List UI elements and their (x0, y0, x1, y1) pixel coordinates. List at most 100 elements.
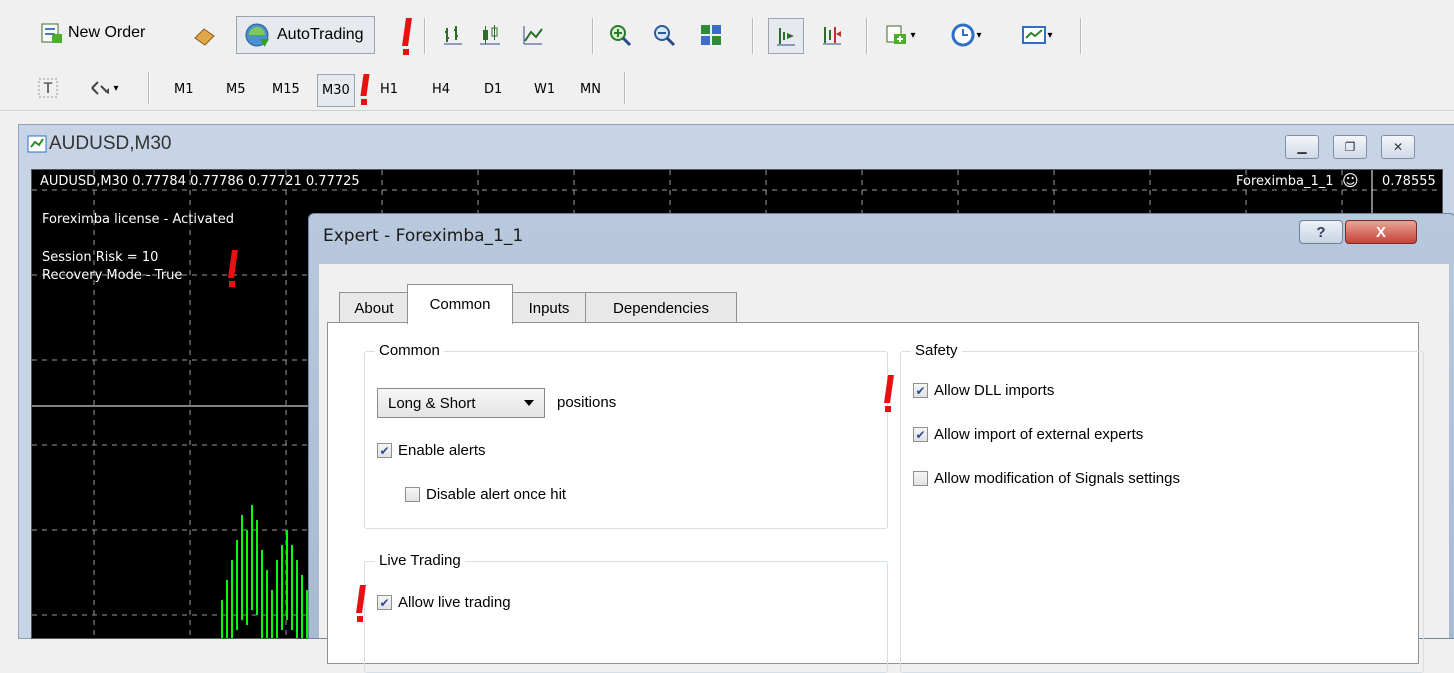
autotrading-button[interactable]: AutoTrading (236, 16, 375, 54)
clock-icon (951, 23, 975, 47)
close-window-button[interactable]: ✕ (1381, 135, 1415, 159)
tile-windows-icon (701, 25, 721, 45)
timeframe-mn[interactable]: MN (580, 82, 601, 97)
arrows-button[interactable]: ▾ (84, 76, 124, 100)
price-axis-label: 0.78555 (1382, 174, 1436, 189)
new-order-label: New Order (68, 24, 146, 41)
disable-alert-once-hit-checkbox[interactable]: Disable alert once hit (405, 486, 566, 503)
auto-scroll-button[interactable] (768, 18, 804, 54)
restore-icon: ❐ (1344, 140, 1356, 154)
close-icon: X (1375, 223, 1386, 241)
allow-live-trading-label: Allow live trading (398, 594, 511, 611)
indicators-button[interactable]: ▾ (880, 22, 920, 48)
timeframe-m1[interactable]: M1 (174, 82, 194, 97)
text-tool-button[interactable]: T (36, 76, 60, 100)
autotrading-label: AutoTrading (277, 26, 364, 43)
eraser-icon (194, 28, 215, 46)
zoom-out-icon (654, 25, 676, 47)
timeframe-m30[interactable]: M30 (317, 74, 355, 107)
positions-suffix-label: positions (557, 394, 617, 411)
zoom-out-button[interactable] (650, 22, 678, 48)
checkbox-box (405, 487, 420, 502)
dialog-close-button[interactable]: X (1345, 220, 1417, 244)
timeframe-h4[interactable]: H4 (432, 82, 450, 97)
chevron-down-icon: ▾ (976, 29, 982, 41)
dialog-body: About Common Inputs Dependencies Common … (319, 264, 1449, 673)
common-group-label: Common (375, 342, 444, 359)
recovery-mode-text: Recovery Mode - True (42, 268, 183, 283)
tab-dependencies[interactable]: Dependencies (585, 292, 737, 323)
help-icon: ? (1316, 223, 1326, 241)
minimize-button[interactable]: ▁ (1285, 135, 1319, 159)
annotation-marker (360, 74, 370, 106)
annotation-marker (402, 18, 412, 56)
allow-import-external-label: Allow import of external experts (934, 426, 1144, 443)
positions-select-value: Long & Short (388, 394, 476, 412)
chevron-down-icon: ▾ (910, 29, 916, 41)
bar-chart-button[interactable] (440, 22, 466, 48)
chart-window-icon (27, 135, 47, 153)
chart-header-ohlc: AUDUSD,M30 0.77784 0.77786 0.77721 0.777… (40, 174, 360, 189)
safety-group-label: Safety (911, 342, 962, 359)
allow-live-trading-checkbox[interactable]: ✔ Allow live trading (377, 594, 511, 611)
timeframe-toolbar: T ▾ (0, 66, 1454, 111)
close-icon: ✕ (1392, 140, 1404, 154)
common-group: Common Long & Short positions ✔ Enable a… (364, 342, 888, 529)
new-order-button[interactable]: New Order (40, 22, 145, 44)
tile-windows-button[interactable] (697, 22, 725, 48)
common-tab-panel: Common Long & Short positions ✔ Enable a… (327, 322, 1424, 673)
license-status-text: Foreximba license - Activated (42, 212, 234, 227)
enable-alerts-label: Enable alerts (398, 442, 486, 459)
zoom-in-button[interactable] (606, 22, 634, 48)
autotrading-icon (245, 23, 269, 47)
line-chart-button[interactable] (520, 22, 546, 48)
live-trading-group: Live Trading ✔ Allow live trading (364, 552, 888, 673)
zoom-in-icon (610, 25, 632, 47)
help-button[interactable]: ? (1299, 220, 1343, 244)
candlestick-button[interactable] (477, 22, 503, 48)
tab-inputs[interactable]: Inputs (511, 292, 587, 323)
timeframe-d1[interactable]: D1 (484, 82, 502, 97)
templates-button[interactable]: ▾ (1014, 22, 1060, 48)
new-order-icon (41, 23, 62, 43)
templates-icon (1022, 26, 1047, 44)
indicators-icon (886, 25, 907, 44)
smiley-icon: ☺ (1342, 171, 1359, 190)
maximize-button[interactable]: ❐ (1333, 135, 1367, 159)
dialog-title: Expert - Foreximba_1_1 (323, 226, 524, 246)
chart-window-title: AUDUSD,M30 (49, 133, 172, 154)
ea-name-label: Foreximba_1_1 (1236, 174, 1334, 189)
market-watch-button[interactable] (190, 24, 218, 48)
chart-shift-button[interactable] (818, 22, 846, 48)
chart-shift-icon (823, 27, 841, 45)
expert-dialog: Expert - Foreximba_1_1 ? X About Common … (308, 213, 1454, 673)
candlestick-icon (480, 25, 500, 45)
annotation-marker (884, 375, 894, 413)
allow-modification-signals-checkbox[interactable]: Allow modification of Signals settings (913, 470, 1180, 487)
allow-dll-imports-checkbox[interactable]: ✔ Allow DLL imports (913, 382, 1054, 399)
tab-common[interactable]: Common (407, 284, 513, 324)
timeframe-h1[interactable]: H1 (380, 82, 398, 97)
checkbox-box (913, 471, 928, 486)
main-toolbar: New Order AutoTrading ▾ ▾ ▾ (0, 0, 1454, 66)
checkbox-box: ✔ (377, 443, 392, 458)
bar-chart-icon (444, 26, 462, 45)
timeframe-w1[interactable]: W1 (534, 82, 555, 97)
session-risk-text: Session Risk = 10 (42, 250, 159, 265)
periodicity-button[interactable]: ▾ (946, 22, 986, 48)
allow-modification-signals-label: Allow modification of Signals settings (934, 470, 1180, 487)
toolbar-separator (752, 18, 754, 54)
positions-select[interactable]: Long & Short (377, 388, 545, 418)
checkbox-box: ✔ (913, 427, 928, 442)
timeframe-m15[interactable]: M15 (272, 82, 300, 97)
tab-about[interactable]: About (339, 292, 409, 323)
timeframe-m5[interactable]: M5 (226, 82, 246, 97)
toolbar-separator (624, 72, 626, 104)
enable-alerts-checkbox[interactable]: ✔ Enable alerts (377, 442, 486, 459)
checkbox-box: ✔ (913, 383, 928, 398)
allow-import-external-checkbox[interactable]: ✔ Allow import of external experts (913, 426, 1143, 443)
arrows-icon (91, 81, 110, 95)
annotation-marker (356, 585, 366, 623)
dropdown-arrow-icon (524, 400, 534, 406)
toolbar-separator (866, 18, 868, 54)
